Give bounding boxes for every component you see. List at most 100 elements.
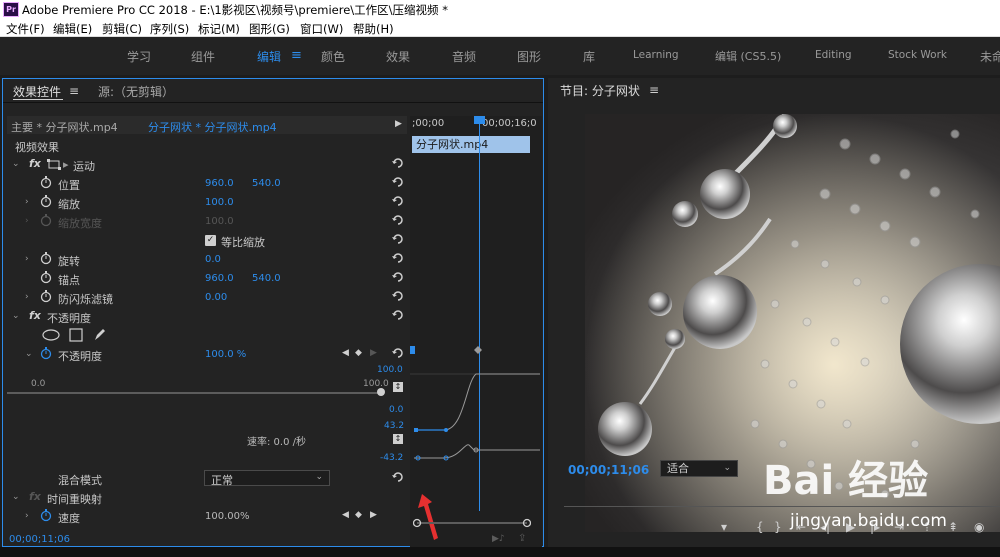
workspace-unnamed[interactable]: 未命 — [980, 48, 1000, 65]
workspace-menu-icon[interactable]: ≡ — [291, 48, 302, 63]
workspace-learn[interactable]: 学习 — [127, 48, 151, 65]
reset-icon[interactable] — [391, 290, 405, 303]
reset-icon[interactable] — [391, 252, 405, 265]
reset-icon[interactable] — [391, 233, 405, 246]
playhead-handle[interactable] — [474, 116, 485, 124]
stopwatch-icon[interactable] — [40, 347, 52, 360]
workspace-editing-en[interactable]: Editing — [815, 49, 852, 61]
reset-icon[interactable] — [391, 195, 405, 208]
antiflicker-value[interactable]: 0.00 — [205, 292, 227, 303]
next-keyframe-icon[interactable]: ▶ — [370, 510, 377, 520]
workspace-libraries[interactable]: 库 — [583, 48, 595, 65]
chevron-right-icon[interactable]: › — [25, 197, 29, 207]
program-timecode[interactable]: 00;00;11;06 — [568, 463, 649, 477]
anchor-y-value[interactable]: 540.0 — [252, 273, 281, 284]
speed-value[interactable]: 100.00% — [205, 511, 250, 522]
current-timecode[interactable]: 00;00;11;06 — [9, 534, 70, 545]
tab-effect-controls[interactable]: 效果控件 — [13, 83, 61, 100]
menu-help[interactable]: 帮助(H) — [353, 21, 394, 37]
speed-row: › 速度 100.00% ◀ ◆ ▶ — [7, 507, 409, 526]
stopwatch-icon[interactable] — [40, 176, 52, 189]
fx-icon[interactable]: fx — [29, 157, 41, 170]
chevron-down-icon[interactable]: ⌄ — [12, 159, 20, 169]
panel-menu-icon[interactable]: ≡ — [69, 84, 79, 98]
workspace-assembly[interactable]: 组件 — [191, 48, 215, 65]
scale-value[interactable]: 100.0 — [205, 197, 234, 208]
menu-graphics[interactable]: 图形(G) — [249, 21, 290, 37]
reset-icon[interactable] — [391, 347, 405, 360]
add-marker-icon[interactable]: ▾ — [721, 520, 727, 534]
master-clip-label[interactable]: 主要 * 分子网状.mp4 — [11, 119, 118, 135]
zoom-fit-select[interactable]: 适合 ⌄ — [660, 460, 738, 477]
clip-bar[interactable]: 分子网状.mp4 — [412, 136, 530, 153]
stopwatch-icon[interactable] — [40, 290, 52, 303]
time-remap-row[interactable]: ⌄ fx 时间重映射 — [7, 488, 409, 507]
tab-source[interactable]: 源:（无剪辑） — [98, 83, 174, 100]
chevron-down-icon[interactable]: ⌄ — [12, 492, 20, 502]
add-keyframe-icon[interactable]: ◆ — [355, 510, 362, 520]
menu-file[interactable]: 文件(F) — [6, 21, 45, 37]
reset-icon[interactable] — [391, 271, 405, 284]
position-y-value[interactable]: 540.0 — [252, 178, 281, 189]
reset-icon[interactable] — [391, 214, 405, 227]
effect-timeline[interactable]: ;00;00 00;00;16;0 分子网状.mp4 ▶♪ ⇪ — [410, 116, 542, 548]
source-clip-selector[interactable]: 主要 * 分子网状.mp4 分子网状 * 分子网状.mp4 ▶ — [7, 116, 407, 134]
reset-icon[interactable] — [391, 471, 405, 484]
workspace-editing[interactable]: 编辑 — [257, 48, 281, 65]
workspace-graphics[interactable]: 图形 — [517, 48, 541, 65]
reset-icon[interactable] — [391, 176, 405, 189]
uniform-scale-checkbox[interactable]: ✓ — [205, 235, 216, 246]
rectangle-mask-icon[interactable] — [69, 328, 83, 342]
timeline-zoom-scrollbar[interactable] — [413, 518, 531, 528]
opacity-effect-row[interactable]: ⌄ fx 不透明度 — [7, 307, 409, 326]
add-keyframe-icon[interactable]: ◆ — [355, 348, 362, 358]
workspace-learning-en[interactable]: Learning — [633, 49, 679, 61]
stopwatch-icon[interactable] — [40, 195, 52, 208]
sequence-clip-label[interactable]: 分子网状 * 分子网状.mp4 — [148, 119, 277, 135]
prev-keyframe-icon[interactable]: ◀ — [342, 510, 349, 520]
chevron-down-icon[interactable]: ⌄ — [25, 349, 33, 359]
reset-icon[interactable] — [391, 157, 405, 170]
graph-scale-icon[interactable]: ↕ — [393, 382, 403, 392]
next-keyframe-icon[interactable]: ▶ — [370, 348, 377, 358]
opacity-effect-label: 不透明度 — [47, 312, 91, 325]
chevron-right-icon[interactable]: › — [25, 292, 29, 302]
chevron-down-icon[interactable]: ⌄ — [12, 311, 20, 321]
antiflicker-label: 防闪烁滤镜 — [58, 293, 113, 306]
position-x-value[interactable]: 960.0 — [205, 178, 234, 189]
opacity-slider-track[interactable] — [7, 392, 379, 394]
workspace-color[interactable]: 颜色 — [321, 48, 345, 65]
menu-clip[interactable]: 剪辑(C) — [102, 21, 142, 37]
menu-edit[interactable]: 编辑(E) — [53, 21, 92, 37]
menu-sequence[interactable]: 序列(S) — [150, 21, 189, 37]
stopwatch-icon[interactable] — [40, 509, 52, 522]
ellipse-mask-icon[interactable] — [42, 329, 60, 341]
prev-keyframe-icon[interactable]: ◀ — [342, 348, 349, 358]
reset-icon[interactable] — [391, 309, 405, 322]
menu-window[interactable]: 窗口(W) — [300, 21, 343, 37]
workspace-audio[interactable]: 音频 — [452, 48, 476, 65]
motion-row[interactable]: ⌄ fx ▸ 运动 — [7, 155, 409, 174]
pen-mask-icon[interactable] — [93, 327, 107, 342]
blend-mode-select[interactable]: 正常 ⌄ — [204, 470, 330, 487]
velocity-scale-icon[interactable]: ↕ — [393, 434, 403, 444]
workspace-effects[interactable]: 效果 — [386, 48, 410, 65]
chevron-right-icon[interactable]: › — [25, 254, 29, 264]
menu-marker[interactable]: 标记(M) — [198, 21, 240, 37]
keyframe-graph[interactable] — [410, 342, 542, 462]
transform-box-icon[interactable] — [47, 159, 61, 170]
rotation-value[interactable]: 0.0 — [205, 254, 221, 265]
stopwatch-icon[interactable] — [40, 252, 52, 265]
opacity-value[interactable]: 100.0 % — [205, 349, 246, 360]
stopwatch-icon[interactable] — [40, 271, 52, 284]
panel-menu-icon[interactable]: ≡ — [649, 83, 659, 97]
program-monitor-title[interactable]: 节目: 分子网状 — [560, 82, 640, 99]
anchor-x-value[interactable]: 960.0 — [205, 273, 234, 284]
play-clip-icon[interactable]: ▶ — [395, 119, 402, 129]
slider-max-label: 100.0 — [363, 379, 389, 389]
fx-icon[interactable]: fx — [29, 309, 41, 322]
workspace-editing-cs55[interactable]: 编辑 (CS5.5) — [715, 48, 781, 64]
chevron-right-icon[interactable]: › — [25, 511, 29, 521]
workspace-stock-work[interactable]: Stock Work — [888, 49, 947, 61]
opacity-slider-handle[interactable] — [377, 388, 385, 396]
